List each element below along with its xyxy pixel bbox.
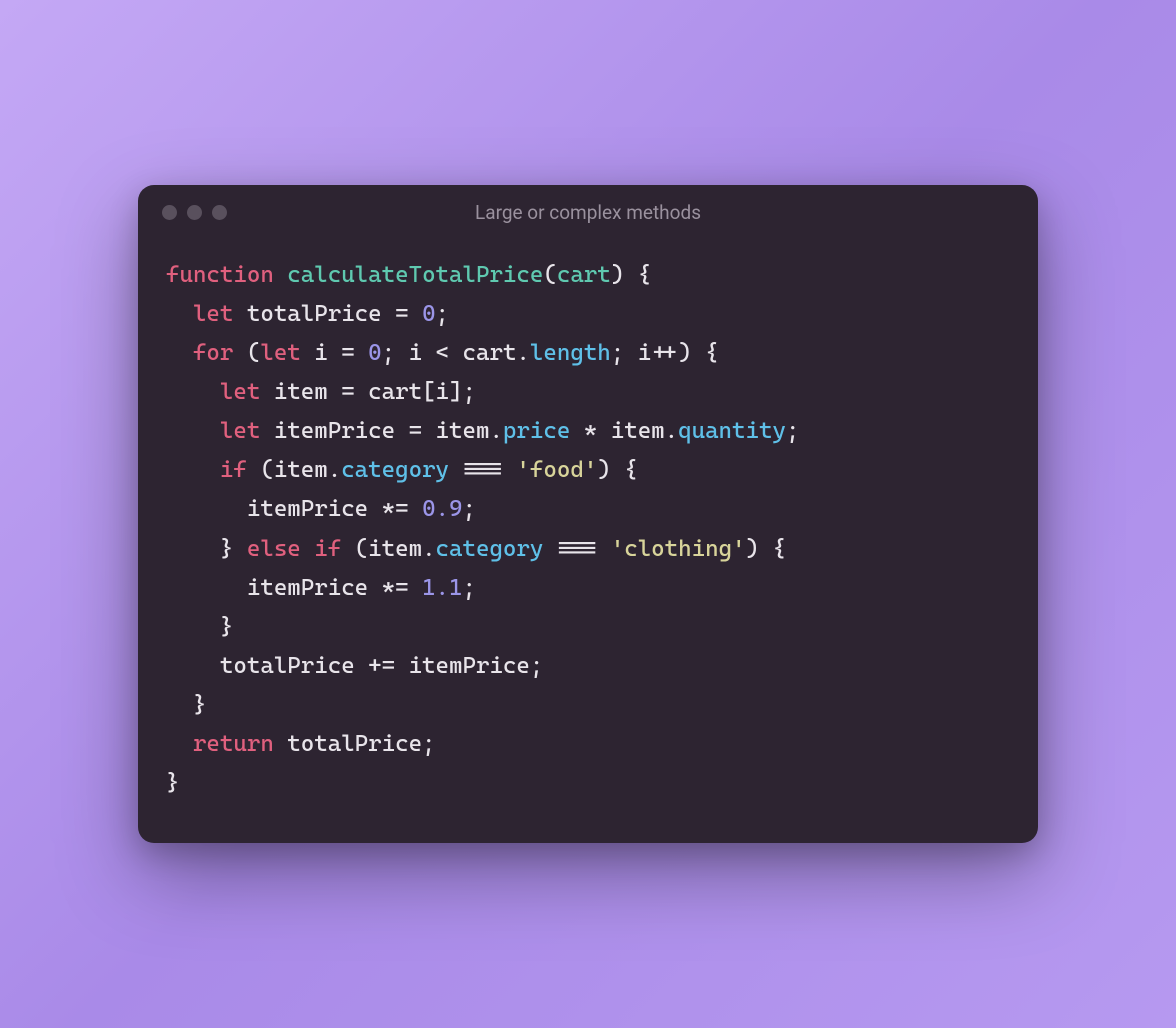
code-token-param: cart: [557, 262, 611, 288]
code-token-ident: ===: [543, 536, 610, 562]
code-token-punct: [166, 340, 193, 366]
code-token-punct: [274, 262, 287, 288]
code-token-property: category: [436, 536, 544, 562]
code-token-property: length: [530, 340, 611, 366]
code-token-ident: (item.: [341, 536, 435, 562]
code-line: itemPrice *= 1.1;: [166, 569, 1010, 608]
code-token-number: 0: [368, 340, 381, 366]
code-token-ident: (item.: [247, 457, 341, 483]
code-token-ident: totalPrice;: [274, 731, 436, 757]
code-token-punct: [166, 418, 220, 444]
code-line: }: [166, 686, 1010, 725]
code-token-punct: }: [166, 614, 233, 640]
code-line: }: [166, 608, 1010, 647]
code-line: let itemPrice = item.price * item.quanti…: [166, 412, 1010, 451]
code-token-string: 'clothing': [611, 536, 746, 562]
code-token-keyword: return: [193, 731, 274, 757]
code-token-punct: [166, 457, 220, 483]
close-icon[interactable]: [162, 205, 177, 220]
code-token-punct: ) {: [746, 536, 786, 562]
code-token-keyword: let: [260, 340, 300, 366]
code-token-ident: totalPrice =: [233, 301, 422, 327]
code-line: let item = cart[i];: [166, 373, 1010, 412]
code-token-ident: totalPrice += itemPrice;: [166, 653, 543, 679]
code-token-ident: ===: [449, 457, 516, 483]
code-token-punct: [166, 731, 193, 757]
code-token-number: 0: [422, 301, 435, 327]
code-token-property: quantity: [678, 418, 786, 444]
traffic-lights: [162, 205, 227, 220]
code-token-keyword: if: [314, 536, 341, 562]
code-line: for (let i = 0; i < cart.length; i++) {: [166, 334, 1010, 373]
code-token-punct: [301, 536, 314, 562]
code-token-ident: item = cart[i];: [260, 379, 476, 405]
code-token-ident: i =: [301, 340, 368, 366]
code-token-keyword: else: [247, 536, 301, 562]
code-token-keyword: let: [193, 301, 233, 327]
code-token-punct: }: [166, 770, 179, 796]
code-line: totalPrice += itemPrice;: [166, 647, 1010, 686]
code-token-ident: itemPrice *=: [166, 575, 422, 601]
code-line: itemPrice *= 0.9;: [166, 490, 1010, 529]
minimize-icon[interactable]: [187, 205, 202, 220]
code-token-keyword: function: [166, 262, 274, 288]
code-line: }: [166, 764, 1010, 803]
code-token-punct: ;: [463, 496, 476, 522]
code-token-keyword: let: [220, 379, 260, 405]
code-line: let totalPrice = 0;: [166, 295, 1010, 334]
code-token-keyword: for: [193, 340, 233, 366]
code-token-ident: * item.: [570, 418, 678, 444]
maximize-icon[interactable]: [212, 205, 227, 220]
window-title: Large or complex methods: [475, 201, 701, 224]
code-token-property: category: [341, 457, 449, 483]
code-line: function calculateTotalPrice(cart) {: [166, 256, 1010, 295]
code-token-property: price: [503, 418, 570, 444]
code-token-punct: ;: [463, 575, 476, 601]
code-line: } else if (item.category === 'clothing')…: [166, 530, 1010, 569]
code-token-punct: ;: [436, 301, 449, 327]
code-token-string: 'food': [516, 457, 597, 483]
code-token-punct: (: [543, 262, 556, 288]
code-editor[interactable]: function calculateTotalPrice(cart) { let…: [138, 236, 1038, 843]
code-token-punct: ) {: [597, 457, 637, 483]
code-token-keyword: let: [220, 418, 260, 444]
code-token-ident: ; i < cart.: [382, 340, 530, 366]
code-token-punct: ) {: [611, 262, 651, 288]
code-token-keyword: if: [220, 457, 247, 483]
code-line: if (item.category === 'food') {: [166, 451, 1010, 490]
code-window: Large or complex methods function calcul…: [138, 185, 1038, 843]
code-token-ident: itemPrice = item.: [260, 418, 503, 444]
titlebar: Large or complex methods: [138, 185, 1038, 236]
code-token-funcname: calculateTotalPrice: [287, 262, 543, 288]
code-token-punct: }: [166, 692, 206, 718]
code-token-punct: (: [233, 340, 260, 366]
code-token-punct: ; i++) {: [611, 340, 719, 366]
code-token-punct: [166, 379, 220, 405]
code-token-punct: ;: [786, 418, 799, 444]
code-line: return totalPrice;: [166, 725, 1010, 764]
code-token-number: 1.1: [422, 575, 462, 601]
code-token-punct: }: [166, 536, 247, 562]
code-token-number: 0.9: [422, 496, 462, 522]
code-token-ident: itemPrice *=: [166, 496, 422, 522]
code-token-punct: [166, 301, 193, 327]
